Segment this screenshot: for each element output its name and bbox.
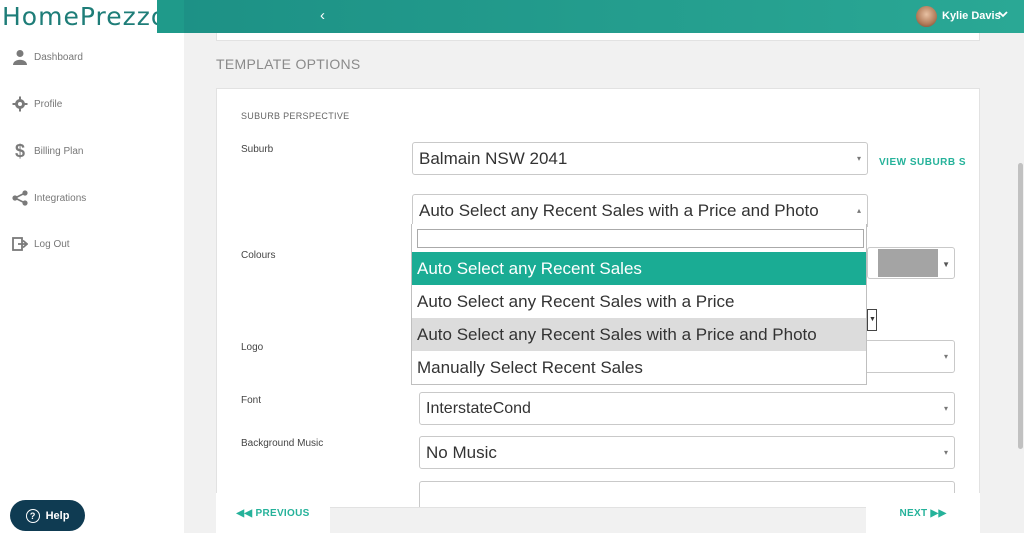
- sidebar-item-integrations[interactable]: Integrations: [10, 186, 86, 210]
- share-icon: [10, 188, 30, 208]
- colour-swatch: [878, 249, 938, 277]
- font-label: Font: [241, 395, 262, 406]
- music-value: No Music: [426, 443, 497, 462]
- suburb-value: Balmain NSW 2041: [419, 149, 568, 168]
- user-name[interactable]: Kylie Davis: [942, 10, 1001, 22]
- previous-card-edge: [216, 33, 980, 41]
- chevron-down-icon[interactable]: [998, 9, 1008, 22]
- font-select[interactable]: InterstateCond ▾: [419, 392, 955, 425]
- sales-select-value: Auto Select any Recent Sales with a Pric…: [419, 201, 819, 220]
- question-icon: ?: [25, 508, 40, 523]
- top-bar: HomePrezzo ‹ Kylie Davis: [0, 0, 1024, 33]
- help-button[interactable]: ? Help: [10, 500, 85, 531]
- select-arrow-icon: ▾: [943, 448, 948, 457]
- select-arrow-icon: ▾: [856, 154, 861, 163]
- background-music-select[interactable]: No Music ▾: [419, 436, 955, 469]
- sidebar-item-billing[interactable]: $ Billing Plan: [10, 139, 84, 163]
- dropdown-option[interactable]: Auto Select any Recent Sales with a Pric…: [412, 318, 866, 351]
- chevron-left-icon[interactable]: ‹: [320, 7, 325, 25]
- sidebar-item-dashboard[interactable]: Dashboard: [10, 45, 83, 69]
- chevron-down-icon: ▼: [942, 260, 950, 269]
- avatar[interactable]: [916, 6, 937, 27]
- colours-label: Colours: [241, 250, 276, 261]
- dropdown-option[interactable]: Manually Select Recent Sales: [412, 351, 866, 384]
- sidebar-toggle[interactable]: ‹: [157, 0, 325, 33]
- sales-select[interactable]: Auto Select any Recent Sales with a Pric…: [412, 194, 868, 227]
- sidebar-item-label: Dashboard: [34, 51, 83, 63]
- dropdown-option[interactable]: Auto Select any Recent Sales with a Pric…: [412, 285, 866, 318]
- sidebar-item-label: Integrations: [34, 192, 87, 204]
- logo-select[interactable]: ▾: [867, 340, 955, 373]
- suburb-select[interactable]: Balmain NSW 2041 ▾: [412, 142, 868, 175]
- dropdown-search-input[interactable]: [417, 229, 864, 248]
- colour-picker[interactable]: ▼: [867, 247, 955, 279]
- gear-icon: [10, 94, 30, 114]
- previous-button[interactable]: ◀◀ PREVIOUS: [216, 493, 330, 533]
- user-icon: [10, 47, 30, 67]
- logo-label: Logo: [241, 342, 264, 353]
- next-button[interactable]: NEXT ▶▶: [866, 493, 980, 533]
- sidebar-item-label: Profile: [34, 98, 63, 110]
- brand-logo[interactable]: HomePrezzo: [2, 2, 167, 31]
- help-label: Help: [45, 509, 70, 522]
- dropdown-option[interactable]: Auto Select any Recent Sales: [412, 252, 866, 285]
- sidebar: Dashboard Profile $ Billing Plan Integra…: [0, 33, 184, 533]
- sidebar-item-label: Billing Plan: [34, 145, 84, 157]
- subsection-title: SUBURB PERSPECTIVE: [241, 111, 350, 121]
- sales-select-dropdown: Auto Select any Recent Sales Auto Select…: [411, 224, 867, 385]
- dollar-icon: $: [14, 140, 25, 161]
- sidebar-item-label: Log Out: [34, 238, 70, 250]
- font-value: InterstateCond: [426, 400, 531, 417]
- sidebar-item-profile[interactable]: Profile: [10, 92, 62, 116]
- select-arrow-icon: ▼: [869, 316, 876, 323]
- scrollbar-thumb[interactable]: [1018, 163, 1023, 449]
- select-arrow-icon: ▾: [943, 404, 948, 413]
- page-scrollbar[interactable]: [1016, 33, 1024, 533]
- colour-mini-select[interactable]: ▼: [867, 309, 877, 331]
- logout-icon: [10, 234, 30, 254]
- select-arrow-up-icon: ▴: [856, 206, 861, 215]
- section-title: TEMPLATE OPTIONS: [216, 56, 361, 72]
- select-arrow-icon: ▾: [943, 352, 948, 361]
- suburb-label: Suburb: [241, 144, 274, 155]
- background-music-label: Background Music: [241, 438, 324, 449]
- sidebar-item-logout[interactable]: Log Out: [10, 232, 70, 256]
- view-suburb-link[interactable]: VIEW SUBURB S: [879, 157, 966, 168]
